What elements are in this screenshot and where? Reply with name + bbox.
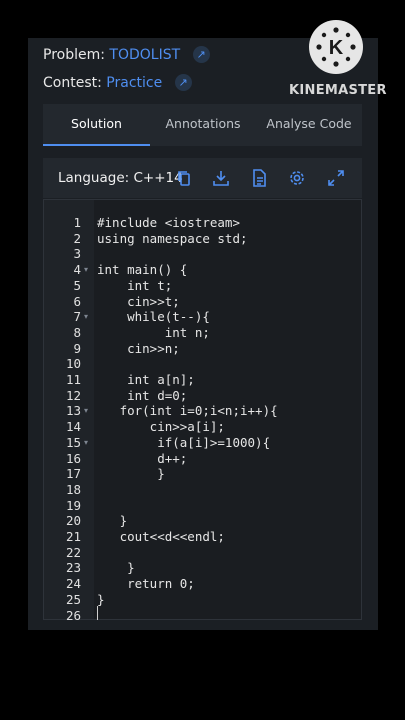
code-line[interactable]: int t;	[97, 278, 172, 294]
code-line[interactable]: int d=0;	[97, 388, 187, 404]
settings-icon[interactable]	[287, 168, 307, 188]
line-number: 7	[73, 309, 81, 325]
download-icon[interactable]	[211, 168, 231, 188]
code-line[interactable]: for(int i=0;i<n;i++){	[97, 403, 278, 419]
line-number: 19	[65, 497, 81, 513]
line-number: 25	[65, 591, 81, 607]
line-number: 23	[65, 560, 81, 576]
tab-bar: Solution Annotations Analyse Code	[43, 104, 362, 146]
code-line[interactable]: while(t--){	[97, 309, 210, 325]
tab-annotations[interactable]: Annotations	[150, 104, 256, 146]
fold-arrow-icon[interactable]: ▾	[84, 403, 90, 419]
code-line[interactable]: if(a[i]>=1000){	[97, 435, 270, 451]
code-line[interactable]: cin>>a[i];	[97, 419, 225, 435]
line-number: 3	[73, 246, 81, 262]
problem-link[interactable]: TODOLIST	[109, 47, 180, 63]
tab-analyse-code[interactable]: Analyse Code	[256, 104, 362, 146]
line-number: 26	[65, 607, 81, 623]
line-number: 13	[65, 403, 81, 419]
code-line[interactable]: }	[97, 592, 105, 608]
fold-arrow-icon[interactable]: ▾	[84, 309, 90, 325]
code-line[interactable]: d++;	[97, 451, 187, 467]
code-line[interactable]: }	[97, 560, 135, 576]
code-editor[interactable]: 1 #include <iostream> 2 using namespace std…	[43, 199, 362, 623]
code-line[interactable]: int main() {	[97, 262, 187, 278]
external-link-icon[interactable]: ↗	[192, 46, 210, 63]
line-number: 8	[73, 324, 81, 340]
fold-arrow-icon[interactable]: ▾	[84, 262, 90, 278]
line-number: 18	[65, 481, 81, 497]
line-number: 22	[65, 544, 81, 560]
line-number: 21	[65, 529, 81, 544]
code-line[interactable]: }	[97, 466, 165, 482]
code-line[interactable]: cin>>n;	[97, 341, 180, 357]
line-number: 5	[73, 277, 81, 293]
tab-solution[interactable]: Solution	[43, 104, 150, 146]
code-line[interactable]: #include <iostream>	[97, 215, 240, 231]
line-number: 11	[65, 372, 81, 387]
code-line[interactable]: cin>>t;	[97, 294, 180, 310]
line-number: 4	[73, 262, 81, 278]
line-number: 1	[73, 215, 81, 230]
copy-icon[interactable]	[174, 168, 194, 188]
line-number: 16	[65, 450, 81, 466]
file-icon[interactable]	[249, 168, 269, 188]
external-link-icon[interactable]: ↗	[174, 74, 192, 91]
line-number: 20	[65, 513, 81, 529]
problem-row: Problem: TODOLIST ↗	[43, 46, 210, 63]
code-line[interactable]: cout<<d<<endl;	[97, 529, 225, 545]
active-tab-indicator	[43, 144, 150, 146]
code-line[interactable]: int a[n];	[97, 372, 195, 388]
contest-link[interactable]: Practice	[106, 75, 162, 91]
language-bar: Language: C++14	[43, 158, 362, 198]
line-number: 9	[73, 340, 81, 356]
logo-glyph: K	[329, 37, 344, 59]
line-number: 17	[65, 466, 81, 482]
contest-label: Contest:	[43, 75, 102, 91]
line-number: 6	[73, 293, 81, 309]
problem-label: Problem:	[43, 47, 105, 63]
line-number: 14	[65, 419, 81, 435]
expand-icon[interactable]	[326, 168, 346, 188]
fold-arrow-icon[interactable]: ▾	[84, 435, 90, 451]
code-line[interactable]: using namespace std;	[97, 231, 248, 247]
line-number: 12	[65, 387, 81, 403]
code-line[interactable]: int n;	[97, 325, 210, 341]
line-number: 2	[73, 230, 81, 246]
solution-panel: Problem: TODOLIST ↗ Contest: Practice ↗ …	[28, 38, 378, 630]
kinemaster-logo-icon: K	[309, 20, 363, 74]
line-number: 24	[65, 576, 81, 592]
line-number: 10	[65, 356, 81, 372]
language-selector[interactable]: Language: C++14	[58, 158, 183, 198]
contest-row: Contest: Practice ↗	[43, 74, 192, 91]
kinemaster-watermark: KINEMASTER	[289, 83, 387, 98]
code-line[interactable]: }	[97, 513, 128, 529]
line-number: 15	[65, 434, 81, 450]
language-label: Language:	[58, 170, 130, 186]
code-line[interactable]: return 0;	[97, 576, 195, 592]
text-cursor	[97, 606, 98, 620]
